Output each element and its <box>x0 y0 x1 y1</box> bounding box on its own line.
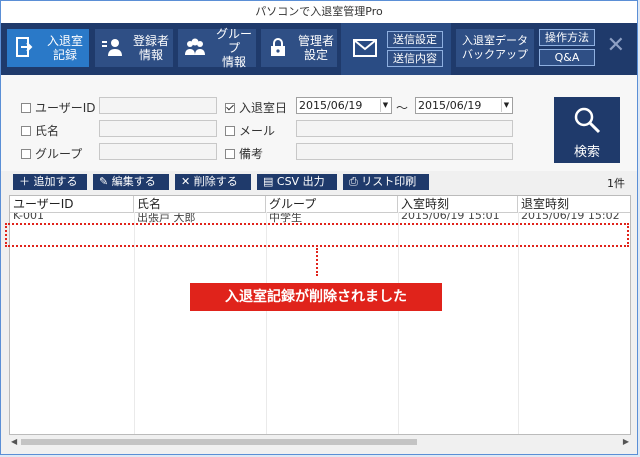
entry-date-filter[interactable]: 入退室日 <box>225 99 287 116</box>
horizontal-scrollbar[interactable]: ◀ ▶ <box>9 436 631 448</box>
search-button[interactable]: 検索 <box>554 97 620 163</box>
user-list-icon <box>101 37 123 60</box>
action-bar: ＋ 追加する ✎ 編集する ✕ 削除する ▤ CSV 出力 ⎙ リスト印刷 1件 <box>1 171 637 193</box>
group-input[interactable] <box>99 143 217 160</box>
scrollbar-thumb[interactable] <box>21 439 417 445</box>
email-checkbox[interactable] <box>225 126 235 136</box>
printer-icon: ⎙ <box>349 175 362 188</box>
column-header[interactable]: 氏名 <box>134 196 266 212</box>
column-header[interactable]: 入室時刻 <box>398 196 518 212</box>
dropdown-arrow-icon: ▼ <box>380 99 390 112</box>
add-button[interactable]: ＋ 追加する <box>13 174 87 190</box>
search-icon <box>554 105 620 139</box>
column-header[interactable]: 退室時刻 <box>518 196 630 212</box>
table-header: ユーザーID 氏名 グループ 入室時刻 退室時刻 <box>10 196 630 213</box>
deletion-callout: 入退室記録が削除されました <box>190 283 442 311</box>
table-cell: 2015/06/19 15:01 <box>401 213 500 222</box>
callout-connector <box>316 248 318 276</box>
manual-button[interactable]: 操作方法 <box>539 29 595 46</box>
delete-button[interactable]: ✕ 削除する <box>175 174 251 190</box>
group-filter[interactable]: グループ <box>21 145 82 162</box>
group-checkbox[interactable] <box>21 149 31 159</box>
lock-icon <box>267 37 289 60</box>
print-list-button[interactable]: ⎙ リスト印刷 <box>343 174 429 190</box>
entry-date-checkbox[interactable] <box>225 103 235 113</box>
name-checkbox[interactable] <box>21 126 31 136</box>
main-toolbar: 入退室 記録 登録者 情報 グループ 情報 管理者 設定 送信設定 送信内容 入… <box>1 23 637 75</box>
csv-export-button[interactable]: ▤ CSV 出力 <box>257 174 337 190</box>
table-cell: K-001 <box>13 213 45 222</box>
envelope-icon <box>353 39 377 60</box>
qa-button[interactable]: Q&A <box>539 49 595 66</box>
name-filter[interactable]: 氏名 <box>21 122 59 139</box>
backup-button[interactable]: 入退室データ バックアップ <box>456 29 534 67</box>
date-to-picker[interactable]: 2015/06/19 ▼ <box>415 97 513 114</box>
notes-filter[interactable]: 備考 <box>225 145 263 162</box>
door-exit-icon <box>13 36 35 60</box>
entry-log-button[interactable]: 入退室 記録 <box>7 29 89 67</box>
name-input[interactable] <box>99 120 217 137</box>
notes-input[interactable] <box>296 143 513 160</box>
delete-x-icon: ✕ <box>181 175 194 188</box>
group-icon <box>184 37 206 60</box>
send-group: 送信設定 送信内容 <box>341 23 451 75</box>
table-cell: 2015/06/19 15:02 <box>521 213 620 222</box>
email-input[interactable] <box>296 120 513 137</box>
user-id-checkbox[interactable] <box>21 103 31 113</box>
pencil-icon: ✎ <box>99 175 112 188</box>
user-id-input[interactable] <box>99 97 217 114</box>
user-id-filter[interactable]: ユーザーID <box>21 99 96 116</box>
document-icon: ▤ <box>263 175 277 188</box>
scroll-right-icon[interactable]: ▶ <box>623 436 629 448</box>
deleted-row-highlight <box>5 223 629 247</box>
window-title: パソコンで入退室管理Pro <box>1 1 637 23</box>
email-filter[interactable]: メール <box>225 122 275 139</box>
plus-icon: ＋ <box>19 175 34 188</box>
date-range-separator: 〜 <box>396 101 409 115</box>
column-header[interactable]: ユーザーID <box>10 196 134 212</box>
notes-checkbox[interactable] <box>225 149 235 159</box>
date-from-picker[interactable]: 2015/06/19 ▼ <box>296 97 392 114</box>
close-icon[interactable]: ✕ <box>607 33 625 58</box>
send-contents-button[interactable]: 送信内容 <box>387 50 443 67</box>
record-count: 1件 <box>607 177 625 190</box>
admin-settings-button[interactable]: 管理者 設定 <box>261 29 337 67</box>
edit-button[interactable]: ✎ 編集する <box>93 174 169 190</box>
dropdown-arrow-icon: ▼ <box>501 99 511 112</box>
search-panel: ユーザーID 氏名 グループ 入退室日 2015/06/19 ▼ 〜 2015/0… <box>1 75 637 171</box>
send-settings-button[interactable]: 送信設定 <box>387 31 443 48</box>
column-header[interactable]: グループ <box>266 196 398 212</box>
registrant-info-button[interactable]: 登録者 情報 <box>95 29 173 67</box>
group-info-button[interactable]: グループ 情報 <box>178 27 256 69</box>
scroll-left-icon[interactable]: ◀ <box>11 436 17 448</box>
